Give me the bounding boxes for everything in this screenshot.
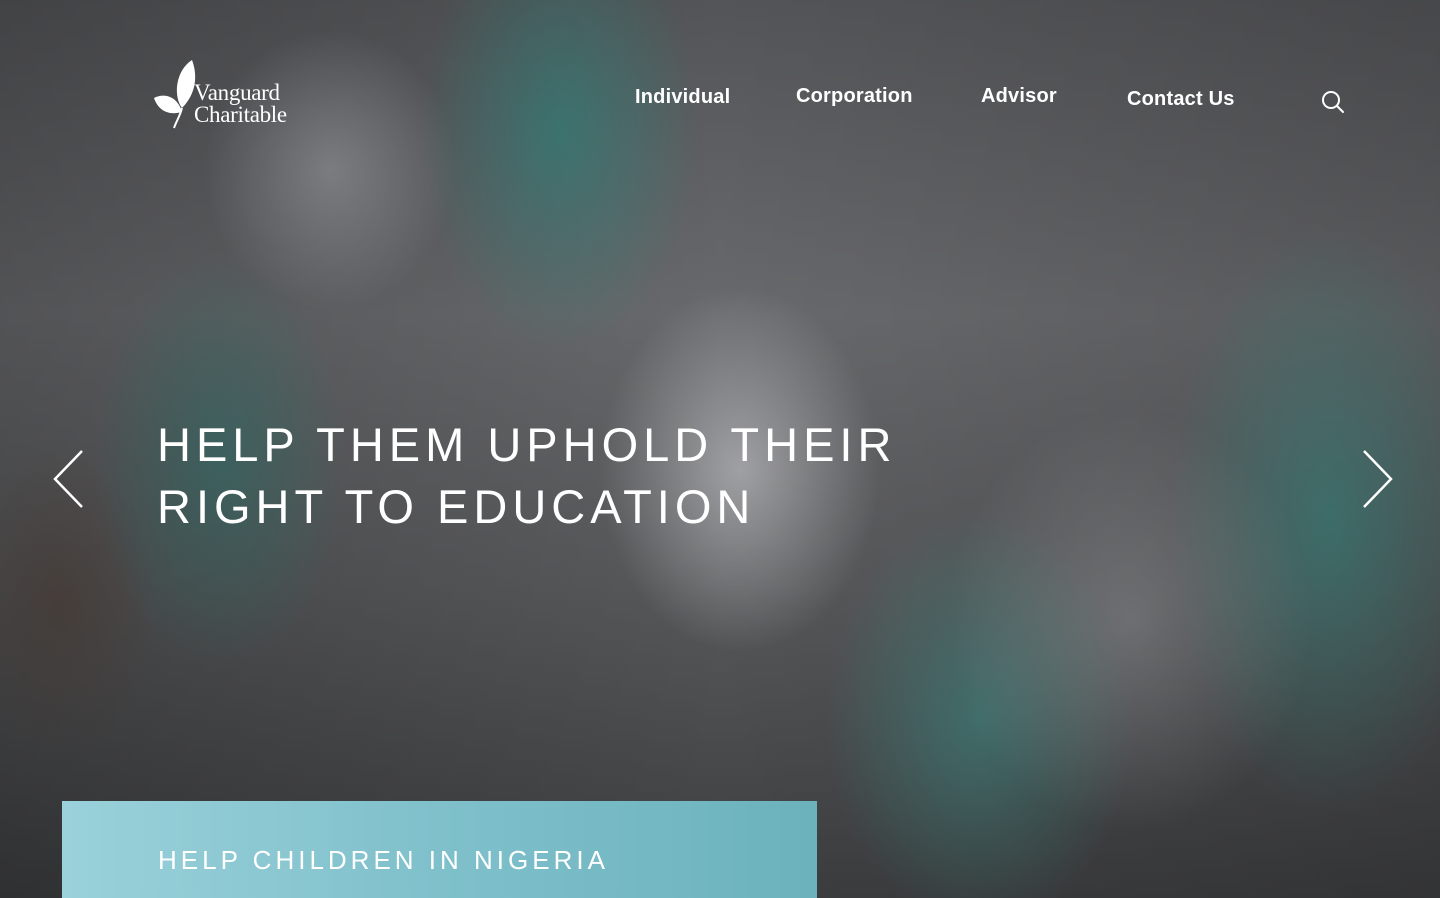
hero-headline-line2: RIGHT TO EDUCATION <box>157 480 756 533</box>
carousel-next-button[interactable] <box>1358 448 1398 510</box>
hero-headline: HELP THEM UPHOLD THEIR RIGHT TO EDUCATIO… <box>157 414 937 538</box>
main-nav: Individual Corporation Advisor Contact U… <box>0 0 1440 140</box>
nav-item-advisor[interactable]: Advisor <box>981 85 1057 108</box>
chevron-left-icon <box>53 450 83 508</box>
cta-panel[interactable]: HELP CHILDREN IN NIGERIA <box>62 801 817 898</box>
hero-headline-line1: HELP THEM UPHOLD THEIR <box>157 418 897 471</box>
nav-item-contact-us[interactable]: Contact Us <box>1127 88 1235 111</box>
chevron-right-icon <box>1363 450 1393 508</box>
cta-label: HELP CHILDREN IN NIGERIA <box>158 845 609 875</box>
search-button[interactable] <box>1320 89 1346 115</box>
search-icon <box>1322 91 1344 113</box>
nav-item-individual[interactable]: Individual <box>635 86 730 109</box>
carousel-prev-button[interactable] <box>50 448 90 510</box>
nav-item-corporation[interactable]: Corporation <box>796 85 913 108</box>
